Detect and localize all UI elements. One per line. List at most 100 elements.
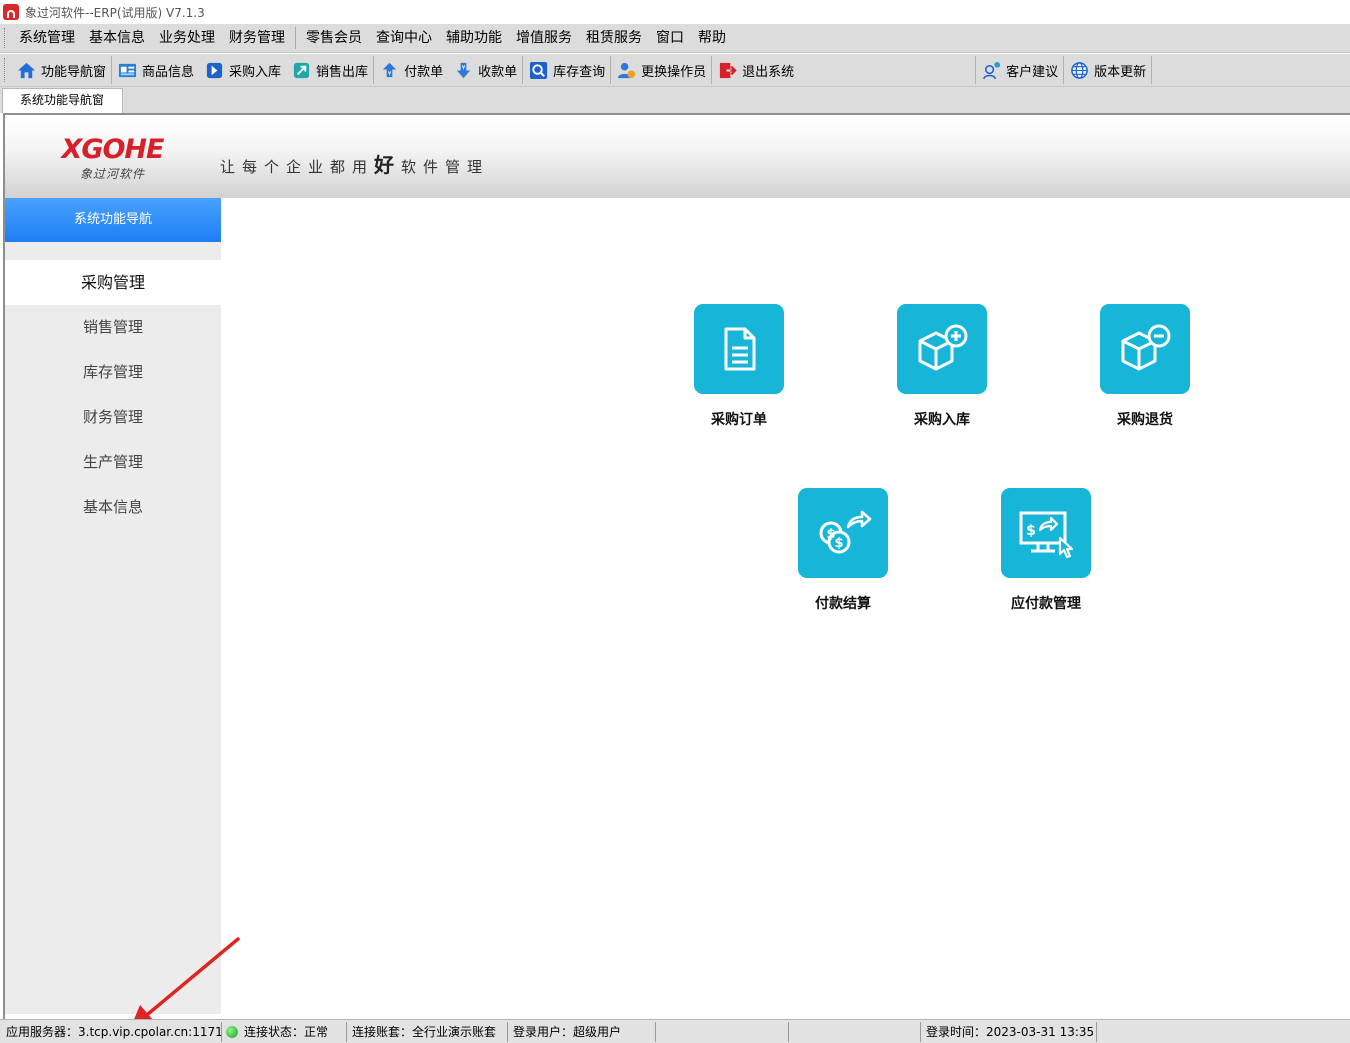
receipt-down-arrow-icon: ¥ [456, 62, 471, 78]
sidebar-header: 系统功能导航 [5, 198, 221, 242]
status-server: 应用服务器：3.tcp.vip.cpolar.cn:11715 [2, 1022, 222, 1042]
stock-query-button[interactable]: 库存查询 [523, 55, 610, 86]
tile-payable-mgmt[interactable]: $ 应付款管理 [971, 488, 1121, 613]
purchase-in-button[interactable]: 采购入库 [199, 55, 286, 86]
menu-help[interactable]: 帮助 [691, 24, 733, 52]
menu-query-center[interactable]: 查询中心 [369, 24, 439, 52]
menu-separator [295, 27, 296, 49]
sidebar: 系统功能导航 采购管理 销售管理 库存管理 财务管理 生产管理 基本信息 [5, 198, 221, 1014]
tile-payment-settle-box[interactable]: $ $ [798, 488, 888, 578]
app-logo-icon [3, 4, 19, 20]
title-bar: 象过河软件--ERP(试用版) V7.1.3 [0, 0, 1350, 24]
status-user-label: 登录用户： [513, 1025, 574, 1039]
globe-icon [1071, 61, 1089, 79]
brand-logo-subtext: 象过河软件 [79, 167, 145, 181]
product-card-icon [118, 63, 137, 77]
toolbar-separator [1151, 56, 1153, 84]
sales-out-icon [293, 62, 310, 78]
menu-basic-info[interactable]: 基本信息 [82, 24, 152, 52]
status-login-value: 2023-03-31 13:35 [986, 1025, 1095, 1039]
box-minus-icon [1121, 324, 1171, 371]
exit-door-icon [720, 62, 737, 78]
tile-purchase-order-box[interactable] [694, 304, 784, 394]
sidebar-item-finance[interactable]: 财务管理 [5, 395, 221, 440]
feedback-button[interactable]: 客户建议 [976, 55, 1063, 86]
status-login-time: 登录时间：2023-03-31 13:35 [921, 1022, 1097, 1042]
purchase-in-icon [206, 62, 223, 78]
payment-up-arrow-icon: ¥ [382, 62, 397, 77]
update-label: 版本更新 [1094, 64, 1147, 80]
payment-button[interactable]: ¥ 付款单 [374, 55, 448, 86]
svg-text:¥: ¥ [388, 71, 392, 77]
sidebar-item-inventory[interactable]: 库存管理 [5, 350, 221, 395]
menu-finance[interactable]: 财务管理 [222, 24, 292, 52]
tile-purchase-order[interactable]: 采购订单 [664, 304, 814, 429]
tile-purchase-return-label: 采购退货 [1117, 412, 1173, 428]
product-info-label: 商品信息 [142, 64, 195, 80]
toolbar: 功能导航窗 商品信息 采购入库 销售出库 ¥ 付款单 ¥ 收款单 库存查询 更换… [0, 54, 1350, 87]
nav-window-label: 功能导航窗 [41, 64, 107, 80]
menu-value-added[interactable]: 增值服务 [509, 24, 579, 52]
tab-nav-window[interactable]: 系统功能导航窗 [2, 88, 123, 113]
feedback-label: 客户建议 [1006, 64, 1059, 80]
menu-aux[interactable]: 辅助功能 [439, 24, 509, 52]
receipt-button[interactable]: ¥ 收款单 [448, 55, 522, 86]
svg-text:$: $ [1026, 523, 1036, 539]
tile-purchase-in-box[interactable] [897, 304, 987, 394]
sales-out-label: 销售出库 [316, 64, 369, 80]
status-empty-1 [656, 1022, 789, 1042]
svg-text:$: $ [834, 536, 843, 551]
brand-logo-text: XGOHE [61, 134, 165, 165]
monitor-payment-icon: $ [1019, 511, 1074, 559]
status-server-value: 3.tcp.vip.cpolar.cn:11715 [78, 1025, 222, 1039]
search-icon [530, 61, 548, 79]
window-title: 象过河软件--ERP(试用版) V7.1.3 [25, 5, 205, 20]
tile-payable-mgmt-label: 应付款管理 [1011, 596, 1081, 612]
status-bar: 应用服务器：3.tcp.vip.cpolar.cn:11715 连接状态：正常 … [0, 1019, 1350, 1043]
purchase-in-label: 采购入库 [229, 64, 282, 80]
menu-system[interactable]: 系统管理 [12, 24, 82, 52]
tile-purchase-order-label: 采购订单 [711, 412, 767, 428]
receipt-label: 收款单 [478, 64, 518, 80]
tile-purchase-return[interactable]: 采购退货 [1070, 304, 1220, 429]
tile-payment-settle[interactable]: $ $ 付款结算 [768, 488, 918, 613]
menu-lease[interactable]: 租赁服务 [579, 24, 649, 52]
menu-business[interactable]: 业务处理 [152, 24, 222, 52]
slogan-part-b: 软件管理 [401, 158, 490, 176]
tile-payable-mgmt-box[interactable]: $ [1001, 488, 1091, 578]
status-empty-2 [789, 1022, 921, 1042]
slogan-part-a: 让每个企业都用 [220, 158, 375, 176]
exit-label: 退出系统 [742, 64, 795, 80]
tile-purchase-in-label: 采购入库 [914, 412, 970, 428]
change-operator-button[interactable]: 更换操作员 [611, 55, 711, 86]
sidebar-item-production[interactable]: 生产管理 [5, 440, 221, 485]
tile-purchase-in[interactable]: 采购入库 [867, 304, 1017, 429]
menu-window[interactable]: 窗口 [649, 24, 691, 52]
status-connection-value: 正常 [304, 1025, 329, 1039]
exit-button[interactable]: 退出系统 [712, 55, 799, 86]
tile-payment-settle-label: 付款结算 [815, 596, 871, 612]
sidebar-item-sales[interactable]: 销售管理 [5, 305, 221, 350]
status-account-label: 连接账套： [352, 1025, 413, 1039]
tile-purchase-return-box[interactable] [1100, 304, 1190, 394]
status-connection-label: 连接状态： [244, 1025, 305, 1039]
status-user-value: 超级用户 [573, 1025, 622, 1039]
nav-window-button[interactable]: 功能导航窗 [11, 55, 111, 86]
slogan: 让每个企业都用好软件管理 [220, 149, 489, 178]
slogan-emphasis: 好 [374, 153, 402, 177]
coins-transfer-icon: $ $ [819, 510, 872, 554]
home-icon [17, 62, 36, 78]
status-user: 登录用户：超级用户 [508, 1022, 656, 1042]
menu-grip [4, 28, 7, 48]
sidebar-item-purchase[interactable]: 采购管理 [5, 260, 221, 305]
sales-out-button[interactable]: 销售出库 [286, 55, 373, 86]
connection-status-icon [226, 1026, 238, 1038]
product-info-button[interactable]: 商品信息 [112, 55, 199, 86]
menu-retail-member[interactable]: 零售会员 [299, 24, 369, 52]
sidebar-item-basic-info[interactable]: 基本信息 [5, 485, 221, 530]
update-button[interactable]: 版本更新 [1064, 55, 1151, 86]
toolbar-grip [4, 58, 7, 82]
payment-label: 付款单 [404, 64, 444, 80]
change-operator-label: 更换操作员 [641, 64, 707, 80]
status-empty-3 [1097, 1022, 1350, 1042]
